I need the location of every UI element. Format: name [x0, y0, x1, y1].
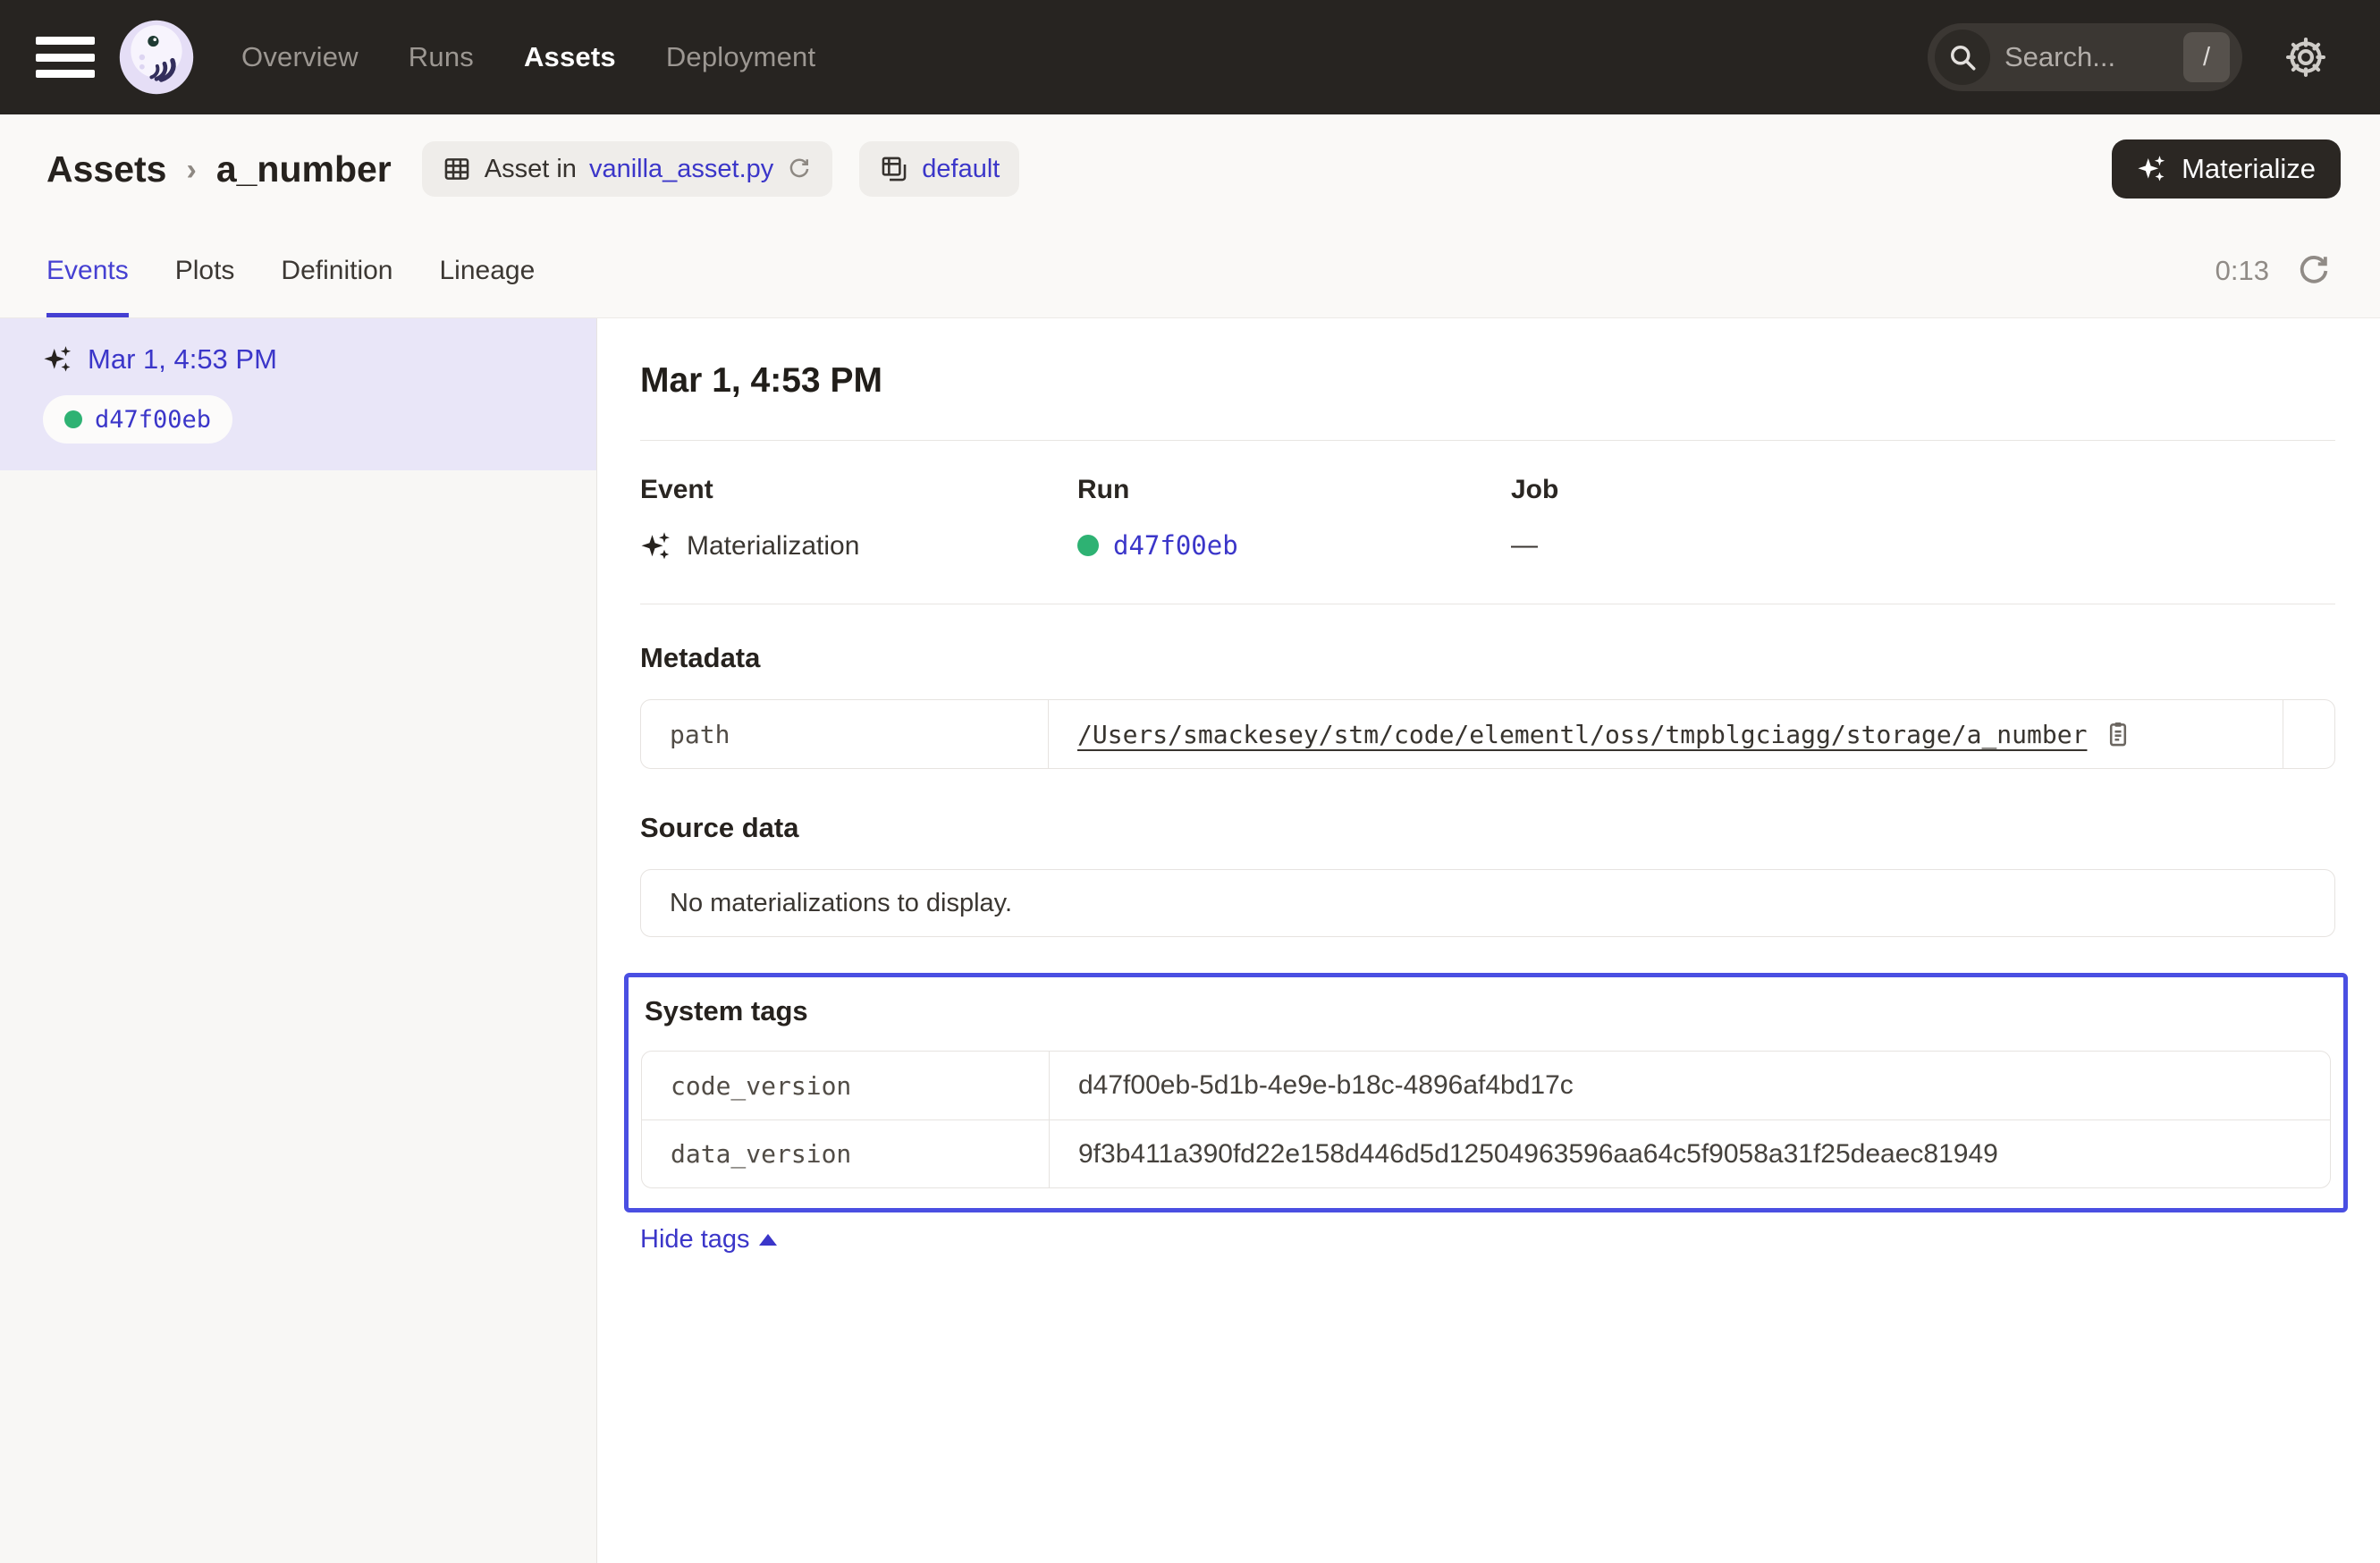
tab-events[interactable]: Events	[46, 224, 129, 317]
sparkle-icon	[2137, 154, 2167, 184]
breadcrumb-asset-name: a_number	[216, 148, 392, 190]
asset-badge-prefix: Asset in	[485, 155, 577, 184]
asset-definition-badge[interactable]: Asset in vanilla_asset.py	[422, 141, 833, 197]
nav-item-assets[interactable]: Assets	[524, 41, 616, 73]
materialization-sparkle-icon	[43, 344, 73, 375]
settings-gear-icon[interactable]	[2282, 33, 2330, 81]
asset-file-link[interactable]: vanilla_asset.py	[589, 155, 773, 184]
repository-badge[interactable]: default	[859, 141, 1019, 197]
event-list-sidebar: Mar 1, 4:53 PM d47f00eb	[0, 318, 597, 1563]
asset-tabs-bar: Events Plots Definition Lineage 0:13	[0, 224, 2380, 318]
asset-header: Assets › a_number Asset in vanilla_asset…	[0, 114, 2380, 224]
event-column-label: Event	[640, 475, 1077, 505]
source-data-empty-message: No materializations to display.	[640, 869, 2335, 937]
event-detail-title: Mar 1, 4:53 PM	[640, 361, 2335, 401]
run-column-label: Run	[1077, 475, 1511, 505]
table-grid-icon	[442, 154, 472, 184]
metadata-heading: Metadata	[640, 642, 2335, 674]
hide-tags-link[interactable]: Hide tags	[640, 1225, 777, 1255]
top-nav: Overview Runs Assets Deployment /	[0, 0, 2380, 114]
job-column-label: Job	[1511, 475, 2335, 505]
event-list-item[interactable]: Mar 1, 4:53 PM d47f00eb	[0, 318, 596, 470]
nav-item-overview[interactable]: Overview	[241, 41, 359, 73]
system-tags-heading: System tags	[645, 995, 2331, 1027]
run-success-dot-icon	[64, 410, 82, 428]
search-icon	[1935, 30, 1990, 85]
copy-to-clipboard-icon[interactable]	[2103, 719, 2133, 749]
source-data-heading: Source data	[640, 812, 2335, 844]
caret-up-icon	[759, 1234, 777, 1246]
repo-name-link[interactable]: default	[922, 155, 1000, 184]
system-tag-key: code_version	[642, 1052, 1050, 1119]
job-value: —	[1511, 530, 1538, 561]
system-tags-highlight-box: System tags code_version d47f00eb-5d1b-4…	[624, 973, 2348, 1212]
event-detail-panel: Mar 1, 4:53 PM Event Materialization Run	[597, 318, 2380, 1563]
breadcrumb: Assets › a_number	[46, 148, 392, 190]
dagster-logo-icon[interactable]	[118, 19, 195, 96]
materialize-label: Materialize	[2182, 153, 2316, 185]
chevron-right-icon: ›	[186, 153, 196, 188]
table-row: code_version d47f00eb-5d1b-4e9e-b18c-489…	[642, 1052, 2330, 1119]
repo-grid-icon	[879, 154, 909, 184]
search-box[interactable]: /	[1928, 23, 2242, 91]
refresh-countdown: 0:13	[2215, 255, 2269, 287]
search-shortcut-key: /	[2183, 32, 2230, 82]
run-id-label: d47f00eb	[95, 406, 211, 434]
search-input[interactable]	[2004, 41, 2183, 73]
menu-icon[interactable]	[36, 35, 95, 80]
materialization-sparkle-icon	[640, 530, 672, 562]
nav-item-runs[interactable]: Runs	[409, 41, 474, 73]
breadcrumb-assets-link[interactable]: Assets	[46, 148, 166, 190]
event-timestamp-link[interactable]: Mar 1, 4:53 PM	[88, 343, 277, 376]
tab-lineage[interactable]: Lineage	[440, 224, 536, 317]
run-id-link[interactable]: d47f00eb	[1113, 530, 1238, 561]
reload-icon[interactable]	[786, 156, 813, 182]
run-success-dot-icon	[1077, 535, 1099, 556]
divider	[640, 440, 2335, 441]
refresh-icon[interactable]	[2292, 249, 2335, 292]
run-id-pill[interactable]: d47f00eb	[43, 395, 232, 444]
table-row: data_version 9f3b411a390fd22e158d446d5d1…	[642, 1119, 2330, 1187]
table-row: path /Users/smackesey/stm/code/elementl/…	[641, 700, 2334, 768]
metadata-path-link[interactable]: /Users/smackesey/stm/code/elementl/oss/t…	[1077, 720, 2087, 749]
hide-tags-label: Hide tags	[640, 1225, 750, 1255]
tab-plots[interactable]: Plots	[175, 224, 235, 317]
event-type-value: Materialization	[687, 531, 859, 562]
system-tags-table: code_version d47f00eb-5d1b-4e9e-b18c-489…	[641, 1051, 2331, 1188]
metadata-table: path /Users/smackesey/stm/code/elementl/…	[640, 699, 2335, 769]
materialize-button[interactable]: Materialize	[2112, 139, 2341, 199]
metadata-key: path	[641, 700, 1049, 768]
system-tag-value: 9f3b411a390fd22e158d446d5d12504963596aa6…	[1050, 1120, 2330, 1187]
metadata-row-expand-cell[interactable]	[2283, 700, 2334, 768]
tab-definition[interactable]: Definition	[281, 224, 392, 317]
system-tag-value: d47f00eb-5d1b-4e9e-b18c-4896af4bd17c	[1050, 1052, 2330, 1119]
system-tag-key: data_version	[642, 1120, 1050, 1187]
primary-nav: Overview Runs Assets Deployment	[241, 41, 815, 73]
nav-item-deployment[interactable]: Deployment	[666, 41, 815, 73]
